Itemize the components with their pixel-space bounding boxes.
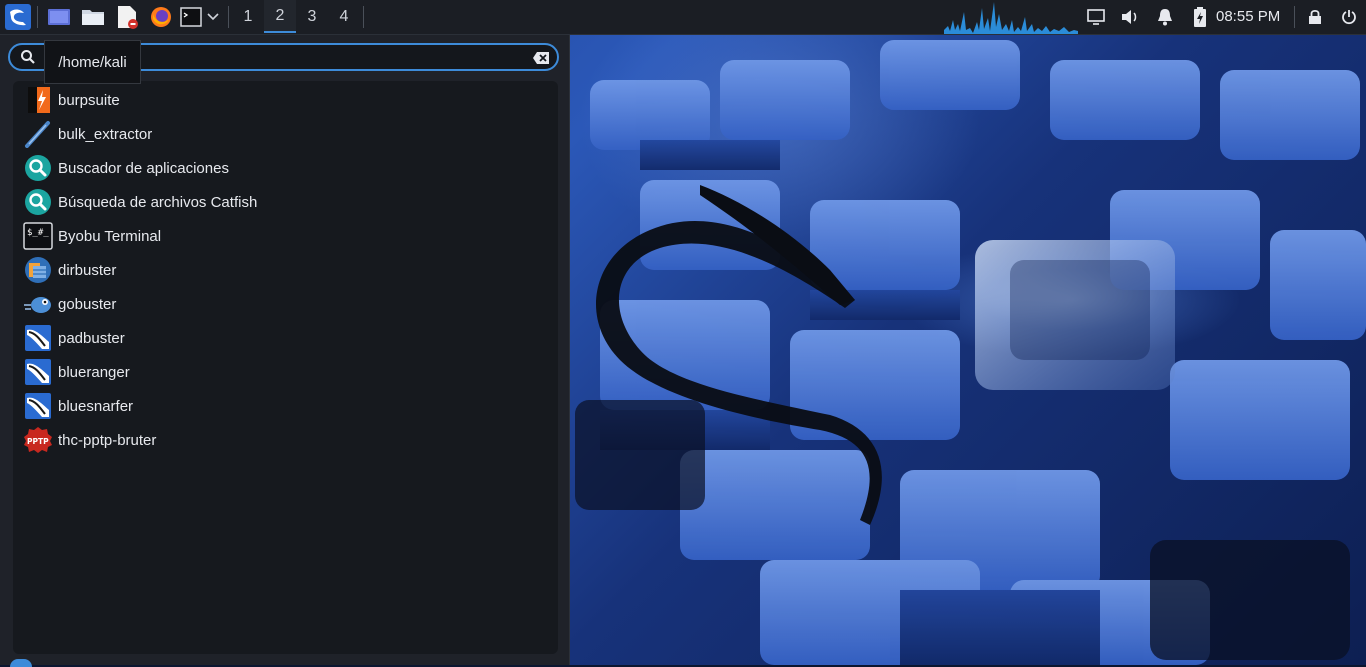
list-item-label: padbuster	[58, 329, 125, 347]
firefox-icon[interactable]	[148, 3, 174, 31]
list-item-label: blueranger	[58, 363, 130, 381]
list-item-gobuster[interactable]: gobuster	[23, 287, 548, 321]
list-item-label: dirbuster	[58, 261, 117, 279]
svg-text:$_#_: $_#_	[27, 228, 49, 238]
list-item-bluesnarfer[interactable]: bluesnarfer	[23, 389, 548, 423]
workspace-2[interactable]: 2	[264, 0, 296, 33]
dirbuster-icon	[23, 255, 53, 285]
workspace-3[interactable]: 3	[296, 0, 328, 33]
burpsuite-icon	[23, 85, 53, 115]
list-item-label: burpsuite	[58, 91, 120, 109]
list-item-label: bulk_extractor	[58, 125, 153, 143]
workspace-1[interactable]: 1	[232, 0, 264, 33]
volume-icon[interactable]	[1118, 3, 1142, 31]
panel-separator	[363, 6, 364, 28]
gobuster-icon	[23, 289, 53, 319]
byobu-terminal-icon: $_#_	[23, 221, 53, 251]
lock-icon[interactable]	[1304, 3, 1326, 31]
panel-separator	[1294, 6, 1295, 28]
kali-menu-icon[interactable]	[4, 3, 32, 31]
results-list[interactable]: burpsuite bulk_extractor Buscador de apl…	[13, 81, 558, 654]
power-icon[interactable]	[1338, 3, 1360, 31]
app-finder-icon	[23, 153, 53, 183]
list-item-label: Buscador de aplicaciones	[58, 159, 229, 177]
list-item-catfish[interactable]: Búsqueda de archivos Catfish	[23, 185, 548, 219]
terminal-icon[interactable]	[180, 3, 202, 31]
finder-footer-indicator	[10, 659, 32, 667]
clock[interactable]: 08:55 PM	[1216, 0, 1280, 34]
battery-charging-icon[interactable]	[1188, 3, 1212, 31]
kali-tool-icon	[23, 323, 53, 353]
list-item-padbuster[interactable]: padbuster	[23, 321, 548, 355]
list-item-dirbuster[interactable]: dirbuster	[23, 253, 548, 287]
notification-bell-icon[interactable]	[1153, 3, 1177, 31]
kali-tool-icon	[23, 391, 53, 421]
list-item-byobu-terminal[interactable]: $_#_ Byobu Terminal	[23, 219, 548, 253]
kali-tool-icon	[23, 357, 53, 387]
list-item-label: thc-pptp-bruter	[58, 431, 157, 449]
file-manager-icon[interactable]	[80, 3, 106, 31]
list-item-thc-pptp-bruter[interactable]: PPTP thc-pptp-bruter	[23, 423, 548, 457]
chevron-down-icon[interactable]	[205, 3, 221, 31]
display-icon[interactable]	[1084, 3, 1108, 31]
list-item-burpsuite[interactable]: burpsuite	[23, 83, 548, 117]
list-item-blueranger[interactable]: blueranger	[23, 355, 548, 389]
list-item-label: gobuster	[58, 295, 117, 313]
list-item-label: Byobu Terminal	[58, 227, 162, 245]
top-panel: 1 2 3 4 08:55 PM	[0, 0, 1366, 35]
svg-text:PPTP: PPTP	[27, 437, 49, 446]
catfish-search-icon	[23, 187, 53, 217]
panel-separator	[37, 6, 38, 28]
cpu-graph[interactable]	[944, 0, 1078, 34]
bulk-extractor-icon	[23, 119, 53, 149]
workspace-4[interactable]: 4	[328, 0, 360, 33]
tooltip: /home/kali	[44, 40, 141, 84]
list-item-label: bluesnarfer	[58, 397, 134, 415]
application-finder: burpsuite bulk_extractor Buscador de apl…	[0, 35, 570, 667]
clear-search-icon[interactable]	[532, 50, 550, 69]
panel-separator	[228, 6, 229, 28]
text-editor-icon[interactable]	[114, 3, 140, 31]
list-item-bulk-extractor[interactable]: bulk_extractor	[23, 117, 548, 151]
list-item-app-finder[interactable]: Buscador de aplicaciones	[23, 151, 548, 185]
search-icon	[20, 49, 36, 69]
list-item-label: Búsqueda de archivos Catfish	[58, 193, 258, 211]
show-desktop-icon[interactable]	[46, 3, 72, 31]
pptp-icon: PPTP	[23, 425, 53, 455]
